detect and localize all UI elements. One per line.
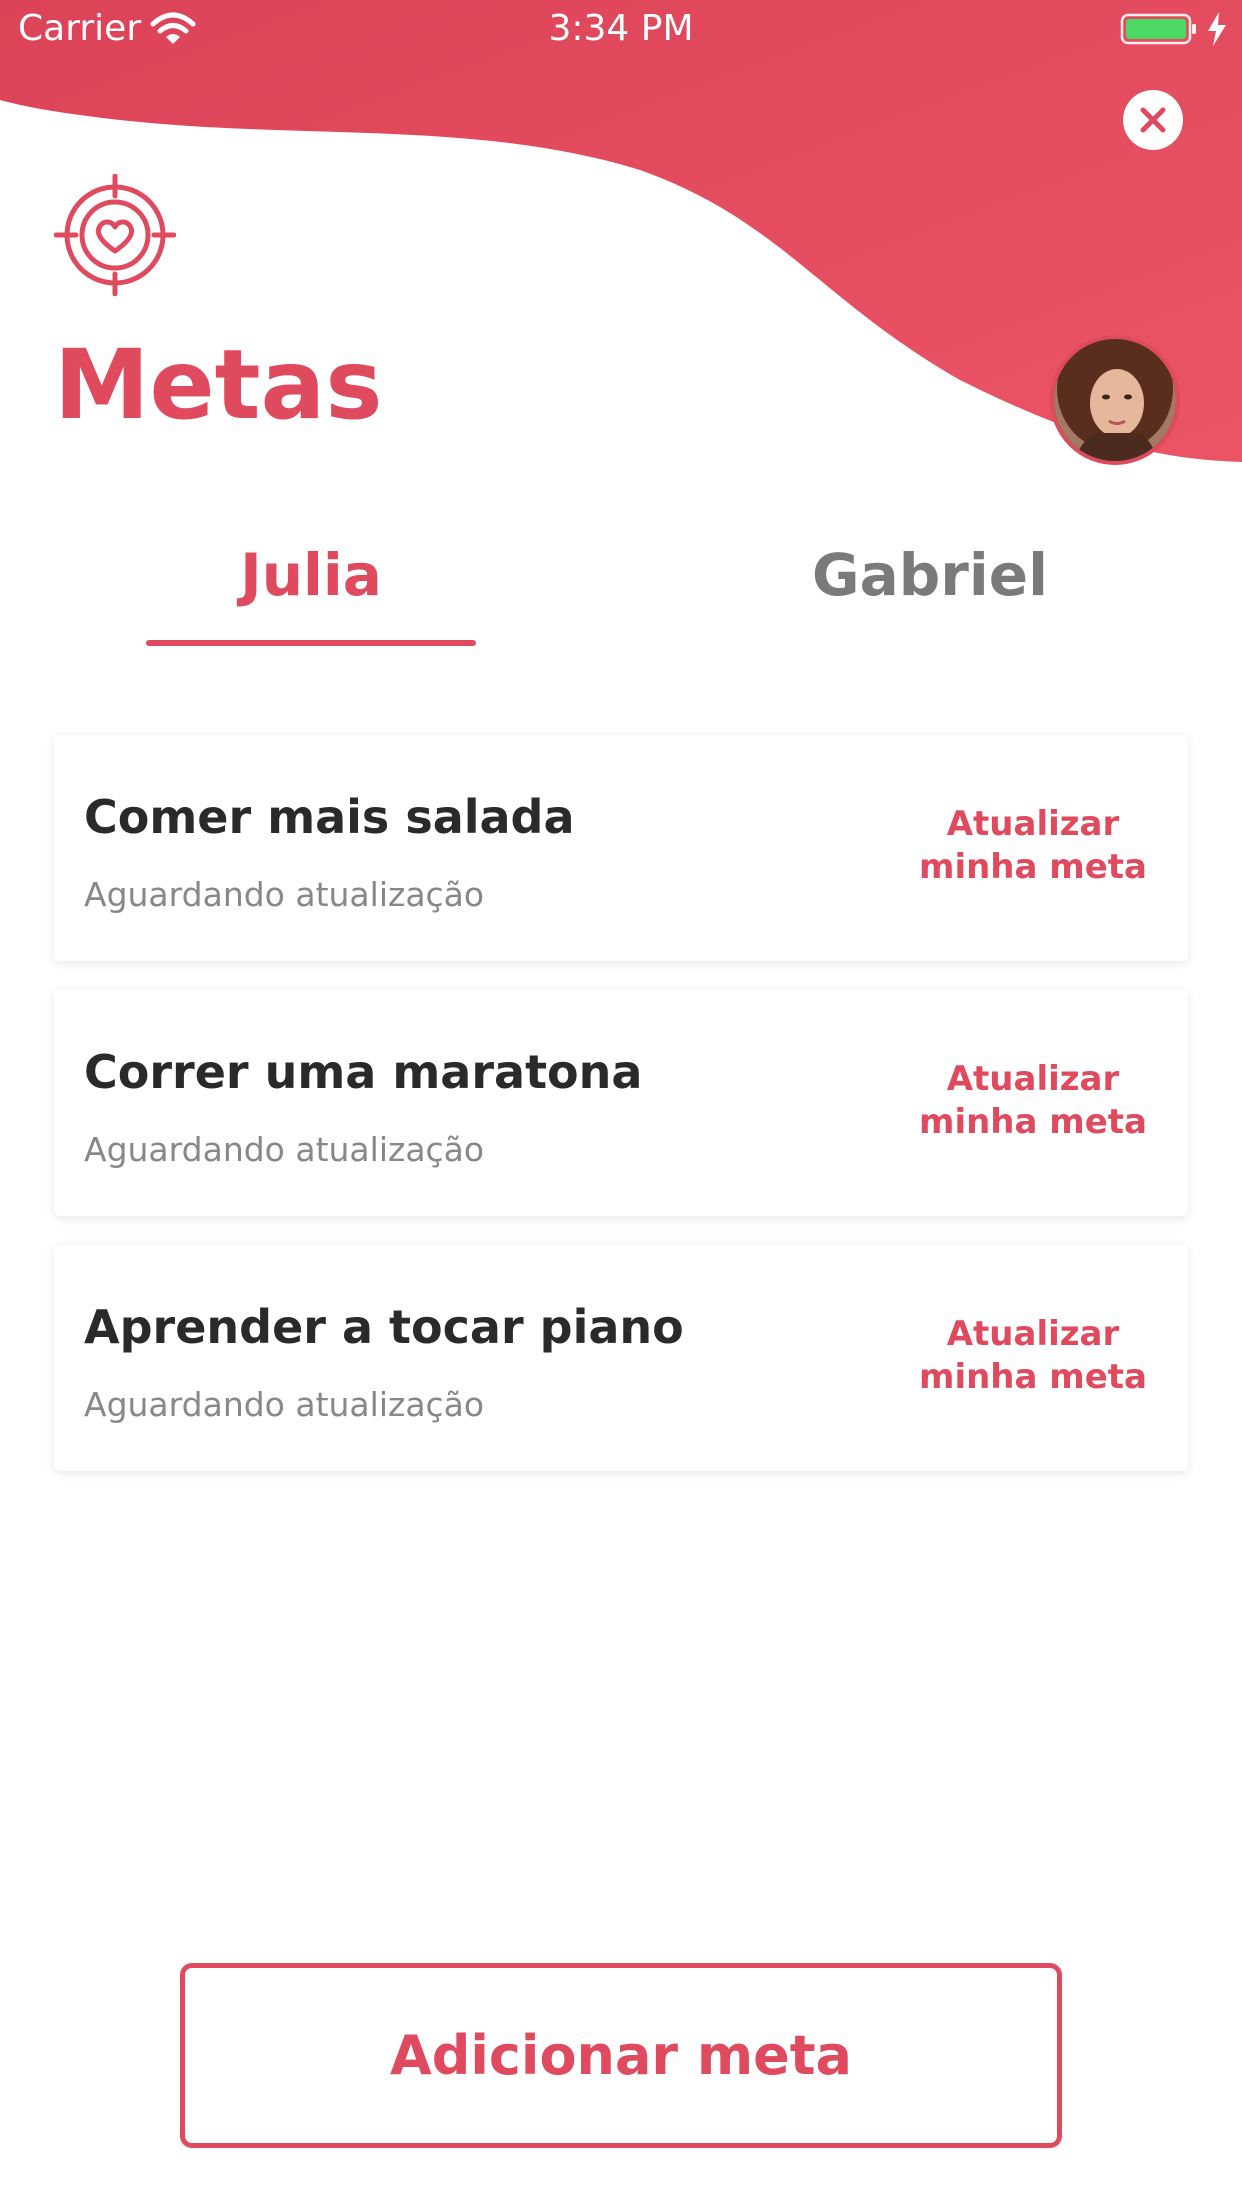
goal-status: Aguardando atualização	[84, 1130, 485, 1169]
goal-card: Aprender a tocar piano Aguardando atuali…	[54, 1245, 1188, 1471]
update-goal-button[interactable]: Atualizar minha meta	[908, 1313, 1158, 1399]
goal-status: Aguardando atualização	[84, 1385, 485, 1424]
status-time: 3:34 PM	[548, 8, 694, 49]
user-avatar[interactable]	[1050, 335, 1180, 465]
goal-title: Aprender a tocar piano	[84, 1300, 684, 1354]
target-heart-icon	[53, 173, 177, 300]
add-goal-button[interactable]: Adicionar meta	[180, 1963, 1062, 2148]
goal-card: Comer mais salada Aguardando atualização…	[54, 735, 1188, 961]
battery-icon	[1120, 12, 1200, 50]
goal-title: Correr uma maratona	[84, 1045, 643, 1099]
close-button[interactable]	[1123, 90, 1183, 150]
close-icon	[1140, 107, 1166, 133]
status-bar: Carrier 3:34 PM	[0, 0, 1242, 62]
update-goal-button[interactable]: Atualizar minha meta	[908, 803, 1158, 889]
page-title: Metas	[54, 329, 383, 441]
charging-bolt-icon	[1206, 12, 1228, 50]
tab-julia[interactable]: Julia	[146, 535, 476, 615]
goal-status: Aguardando atualização	[84, 875, 485, 914]
update-goal-button[interactable]: Atualizar minha meta	[908, 1058, 1158, 1144]
goal-card: Correr uma maratona Aguardando atualizaç…	[54, 990, 1188, 1216]
goals-screen: Carrier 3:34 PM Metas Julia Gabriel Come…	[0, 0, 1242, 2208]
tab-gabriel[interactable]: Gabriel	[780, 535, 1080, 615]
goal-title: Comer mais salada	[84, 790, 575, 844]
tab-active-indicator	[146, 640, 476, 646]
